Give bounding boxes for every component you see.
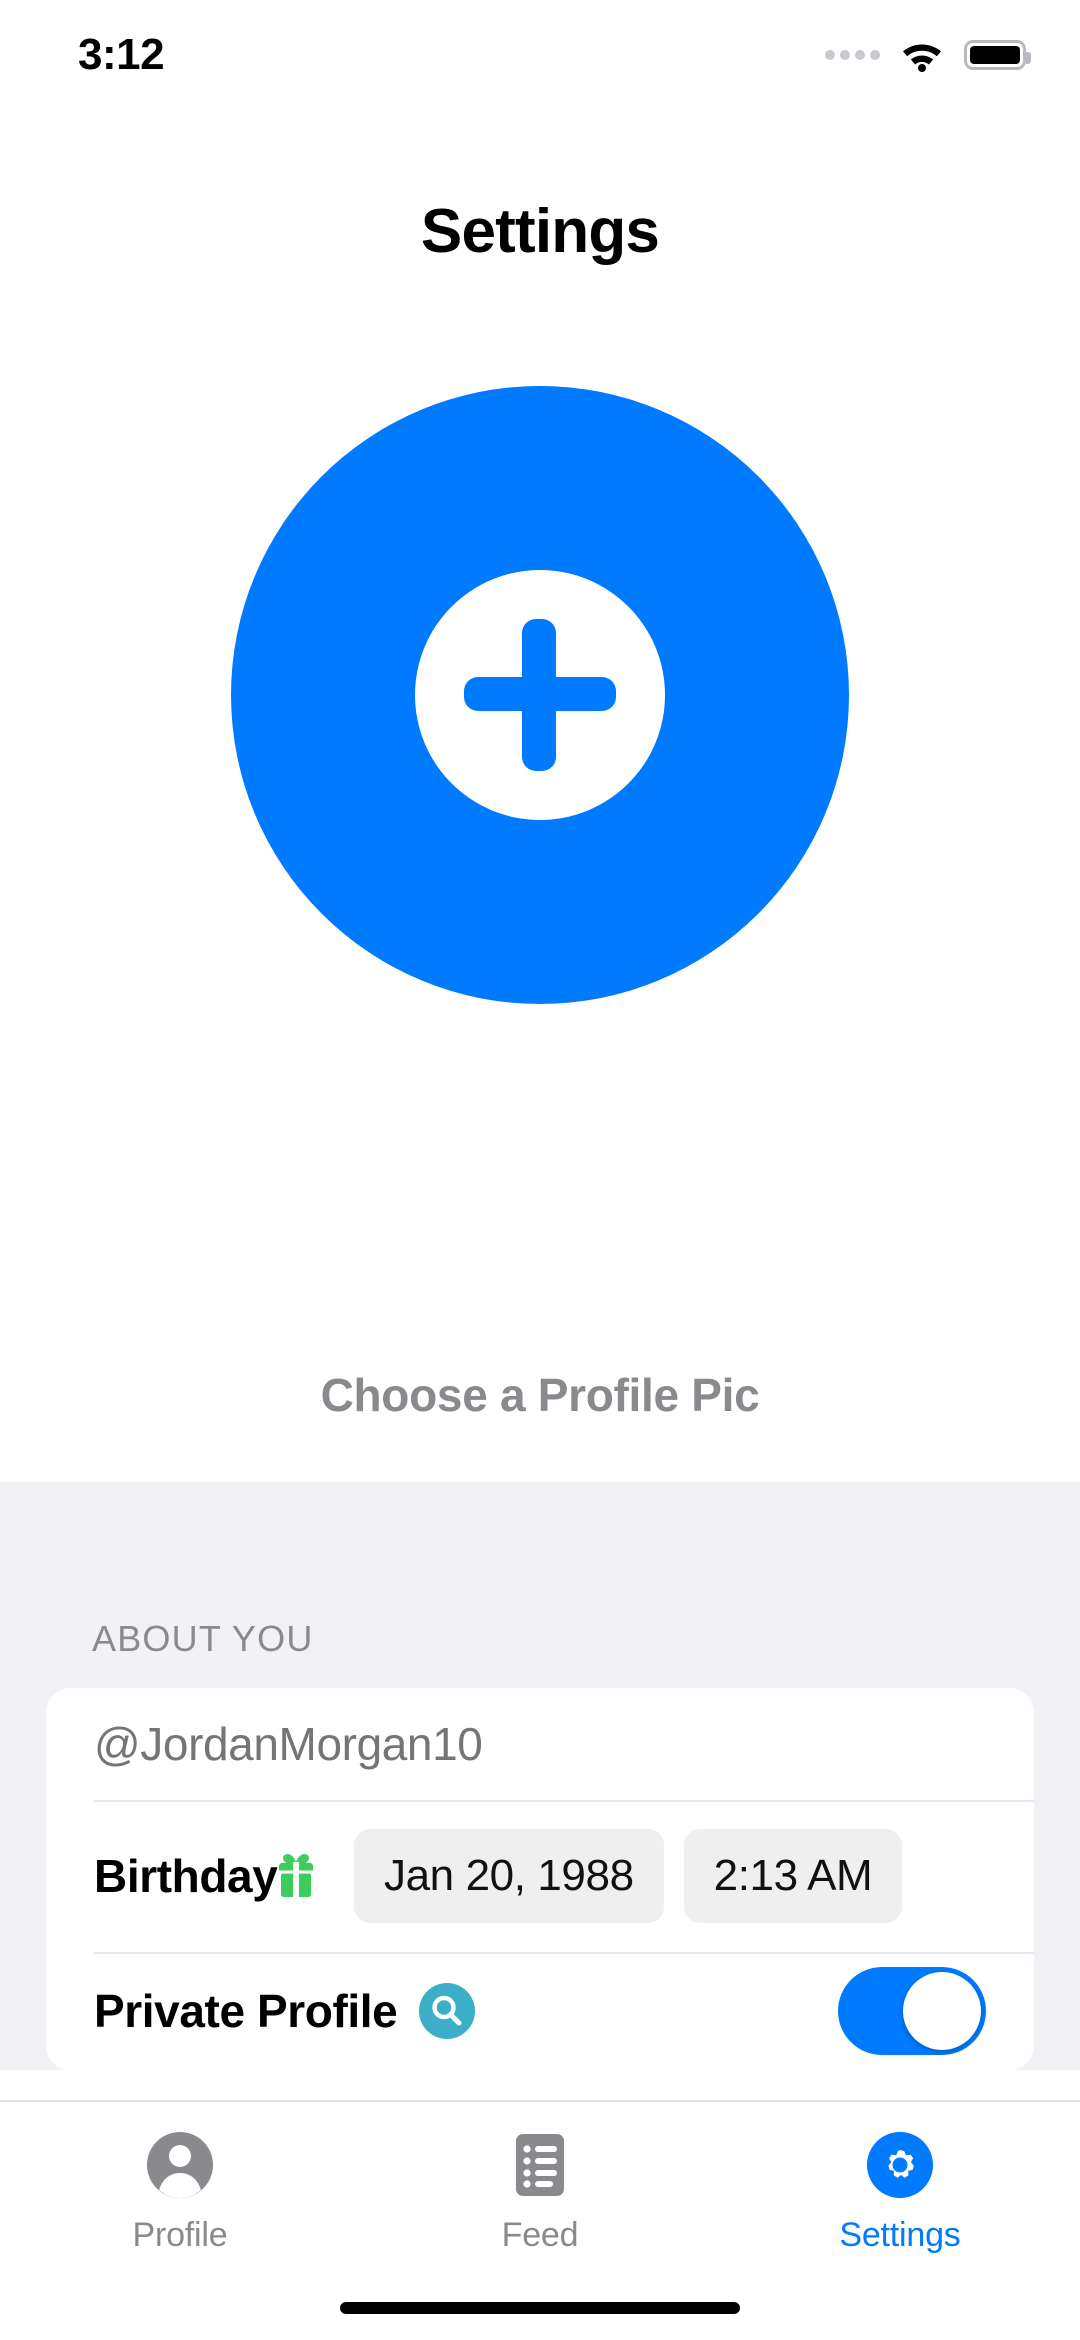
birthday-label: Birthday bbox=[94, 1850, 278, 1902]
battery-full-icon bbox=[964, 40, 1031, 70]
person-icon bbox=[143, 2128, 217, 2202]
birthday-time-pill[interactable]: 2:13 AM bbox=[683, 1829, 903, 1923]
tab-settings[interactable]: Settings bbox=[810, 2128, 990, 2255]
signal-dots-icon bbox=[825, 50, 880, 60]
home-indicator[interactable] bbox=[340, 2302, 740, 2314]
tab-profile-label: Profile bbox=[132, 2216, 228, 2254]
gift-icon bbox=[279, 1854, 313, 1898]
private-profile-row[interactable]: Private Profile bbox=[46, 1952, 1034, 2070]
avatar-inner-circle bbox=[415, 570, 665, 820]
status-bar-indicators bbox=[825, 38, 1031, 72]
tab-feed-label: Feed bbox=[501, 2216, 579, 2254]
username-input[interactable] bbox=[94, 1717, 986, 1771]
birthday-row[interactable]: Birthday Jan 20, 1988 2:13 AM bbox=[46, 1800, 1034, 1952]
tab-profile[interactable]: Profile bbox=[90, 2128, 270, 2255]
tab-feed[interactable]: Feed bbox=[450, 2128, 630, 2255]
about-you-card: Birthday Jan 20, 1988 2:13 AM Private Pr… bbox=[46, 1688, 1034, 2070]
magnifying-glass-icon bbox=[419, 1983, 476, 2039]
birthday-date-pill[interactable]: Jan 20, 1988 bbox=[354, 1829, 664, 1923]
plus-icon bbox=[464, 619, 616, 771]
status-bar: 3:12 bbox=[0, 0, 1080, 110]
profile-pic-area bbox=[0, 386, 1080, 1004]
wifi-icon bbox=[900, 38, 944, 72]
private-profile-toggle[interactable] bbox=[838, 1967, 986, 2055]
toggle-knob bbox=[903, 1972, 981, 2050]
list-icon bbox=[503, 2128, 577, 2202]
page-title: Settings bbox=[420, 197, 660, 266]
gear-icon bbox=[863, 2128, 937, 2202]
private-profile-label: Private Profile bbox=[94, 1985, 398, 2037]
settings-screen: 3:12 Settings Choose a Profile Pic ABOUT… bbox=[0, 0, 1080, 2340]
section-header-about-you: ABOUT YOU bbox=[92, 1618, 314, 1659]
choose-profile-pic-button[interactable] bbox=[231, 386, 849, 1004]
tab-settings-label: Settings bbox=[839, 2216, 961, 2254]
choose-profile-pic-label: Choose a Profile Pic bbox=[320, 1369, 760, 1421]
status-bar-time: 3:12 bbox=[78, 30, 165, 79]
username-row[interactable] bbox=[46, 1688, 1034, 1800]
